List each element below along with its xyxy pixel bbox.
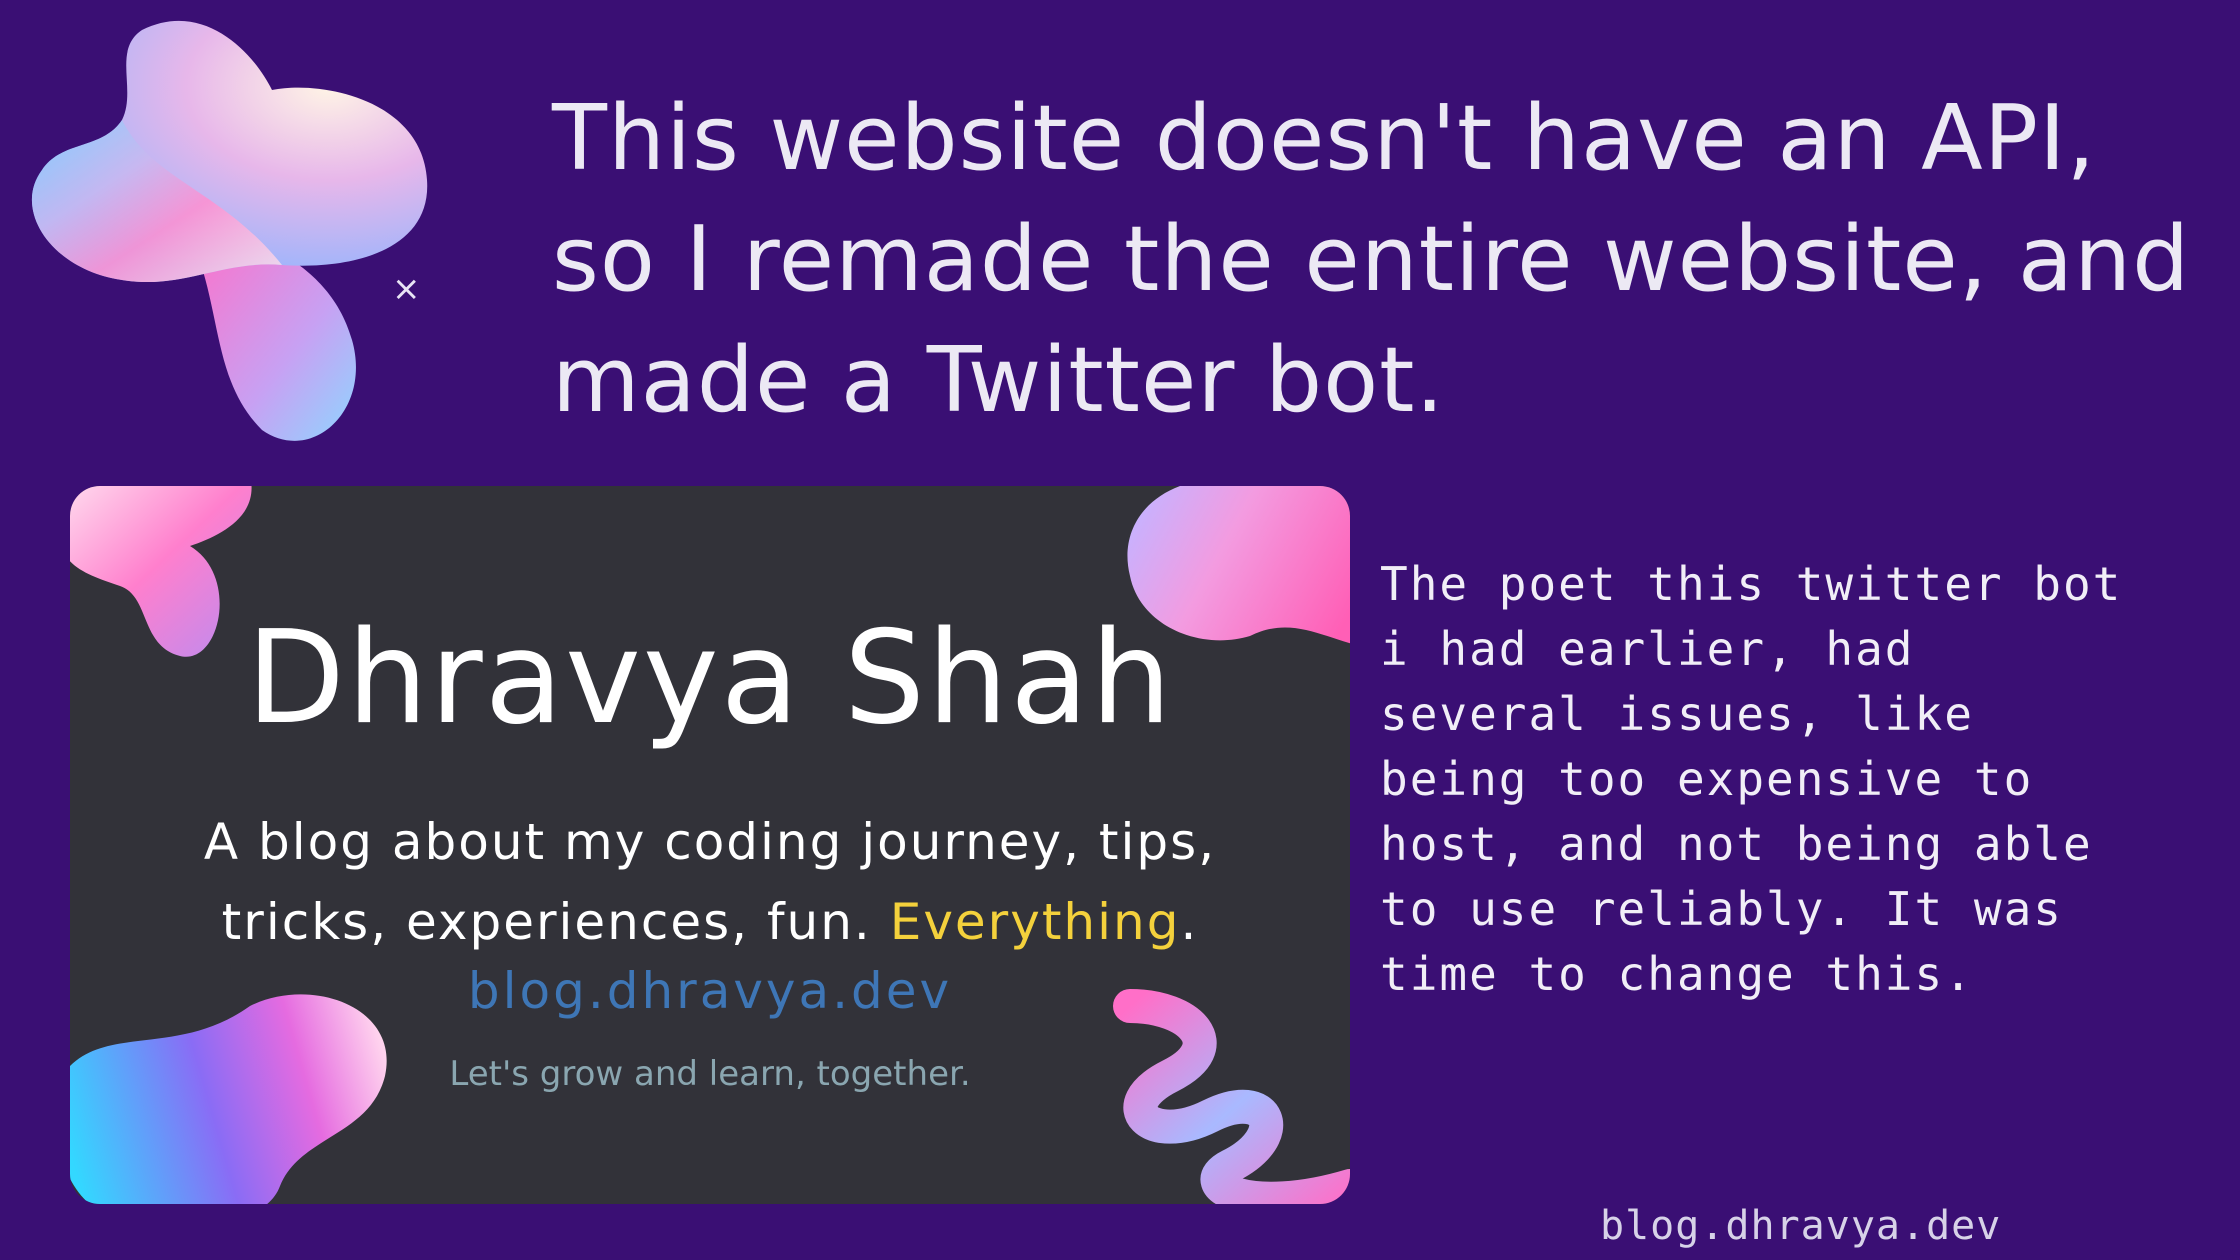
blog-description-line-2: tricks, experiences, fun. Everything.: [70, 882, 1350, 962]
footer-url: blog.dhravya.dev: [1600, 1203, 2002, 1249]
headline-line-2: so I remade the entire website, and: [552, 207, 2191, 312]
headline-line-1: This website doesn't have an API,: [552, 86, 2097, 191]
side-line: to use reliably. It was: [1380, 882, 2063, 936]
side-line: The poet this twitter bot: [1380, 557, 2123, 611]
highlight-word: Everything: [889, 893, 1181, 951]
gradient-blob-illustration: [31, 20, 428, 441]
blog-description-line-1: A blog about my coding journey, tips,: [203, 813, 1217, 871]
side-line: being too expensive to: [1380, 752, 2034, 806]
headline-line-3: made a Twitter bot.: [552, 328, 1446, 433]
blog-tagline: Let's grow and learn, together.: [449, 1054, 971, 1094]
side-description: The poet this twitter bot i had earlier, …: [1380, 552, 2200, 1007]
blog-description-period: .: [1180, 893, 1199, 951]
sparkle-icon: ×: [392, 269, 421, 309]
headline: This website doesn't have an API, so I r…: [552, 78, 2192, 441]
blog-preview-card: Dhravya Shah A blog about my coding jour…: [70, 486, 1350, 1204]
side-line: host, and not being able: [1380, 817, 2093, 871]
blog-title: Dhravya Shah: [246, 604, 1174, 753]
side-line: time to change this.: [1380, 947, 1974, 1001]
blog-url-link[interactable]: blog.dhravya.dev: [70, 958, 1350, 1024]
blog-description: A blog about my coding journey, tips, tr…: [70, 802, 1350, 962]
side-line: i had earlier, had: [1380, 622, 1915, 676]
side-line: several issues, like: [1380, 687, 1974, 741]
blog-description-text: tricks, experiences, fun.: [221, 893, 890, 951]
